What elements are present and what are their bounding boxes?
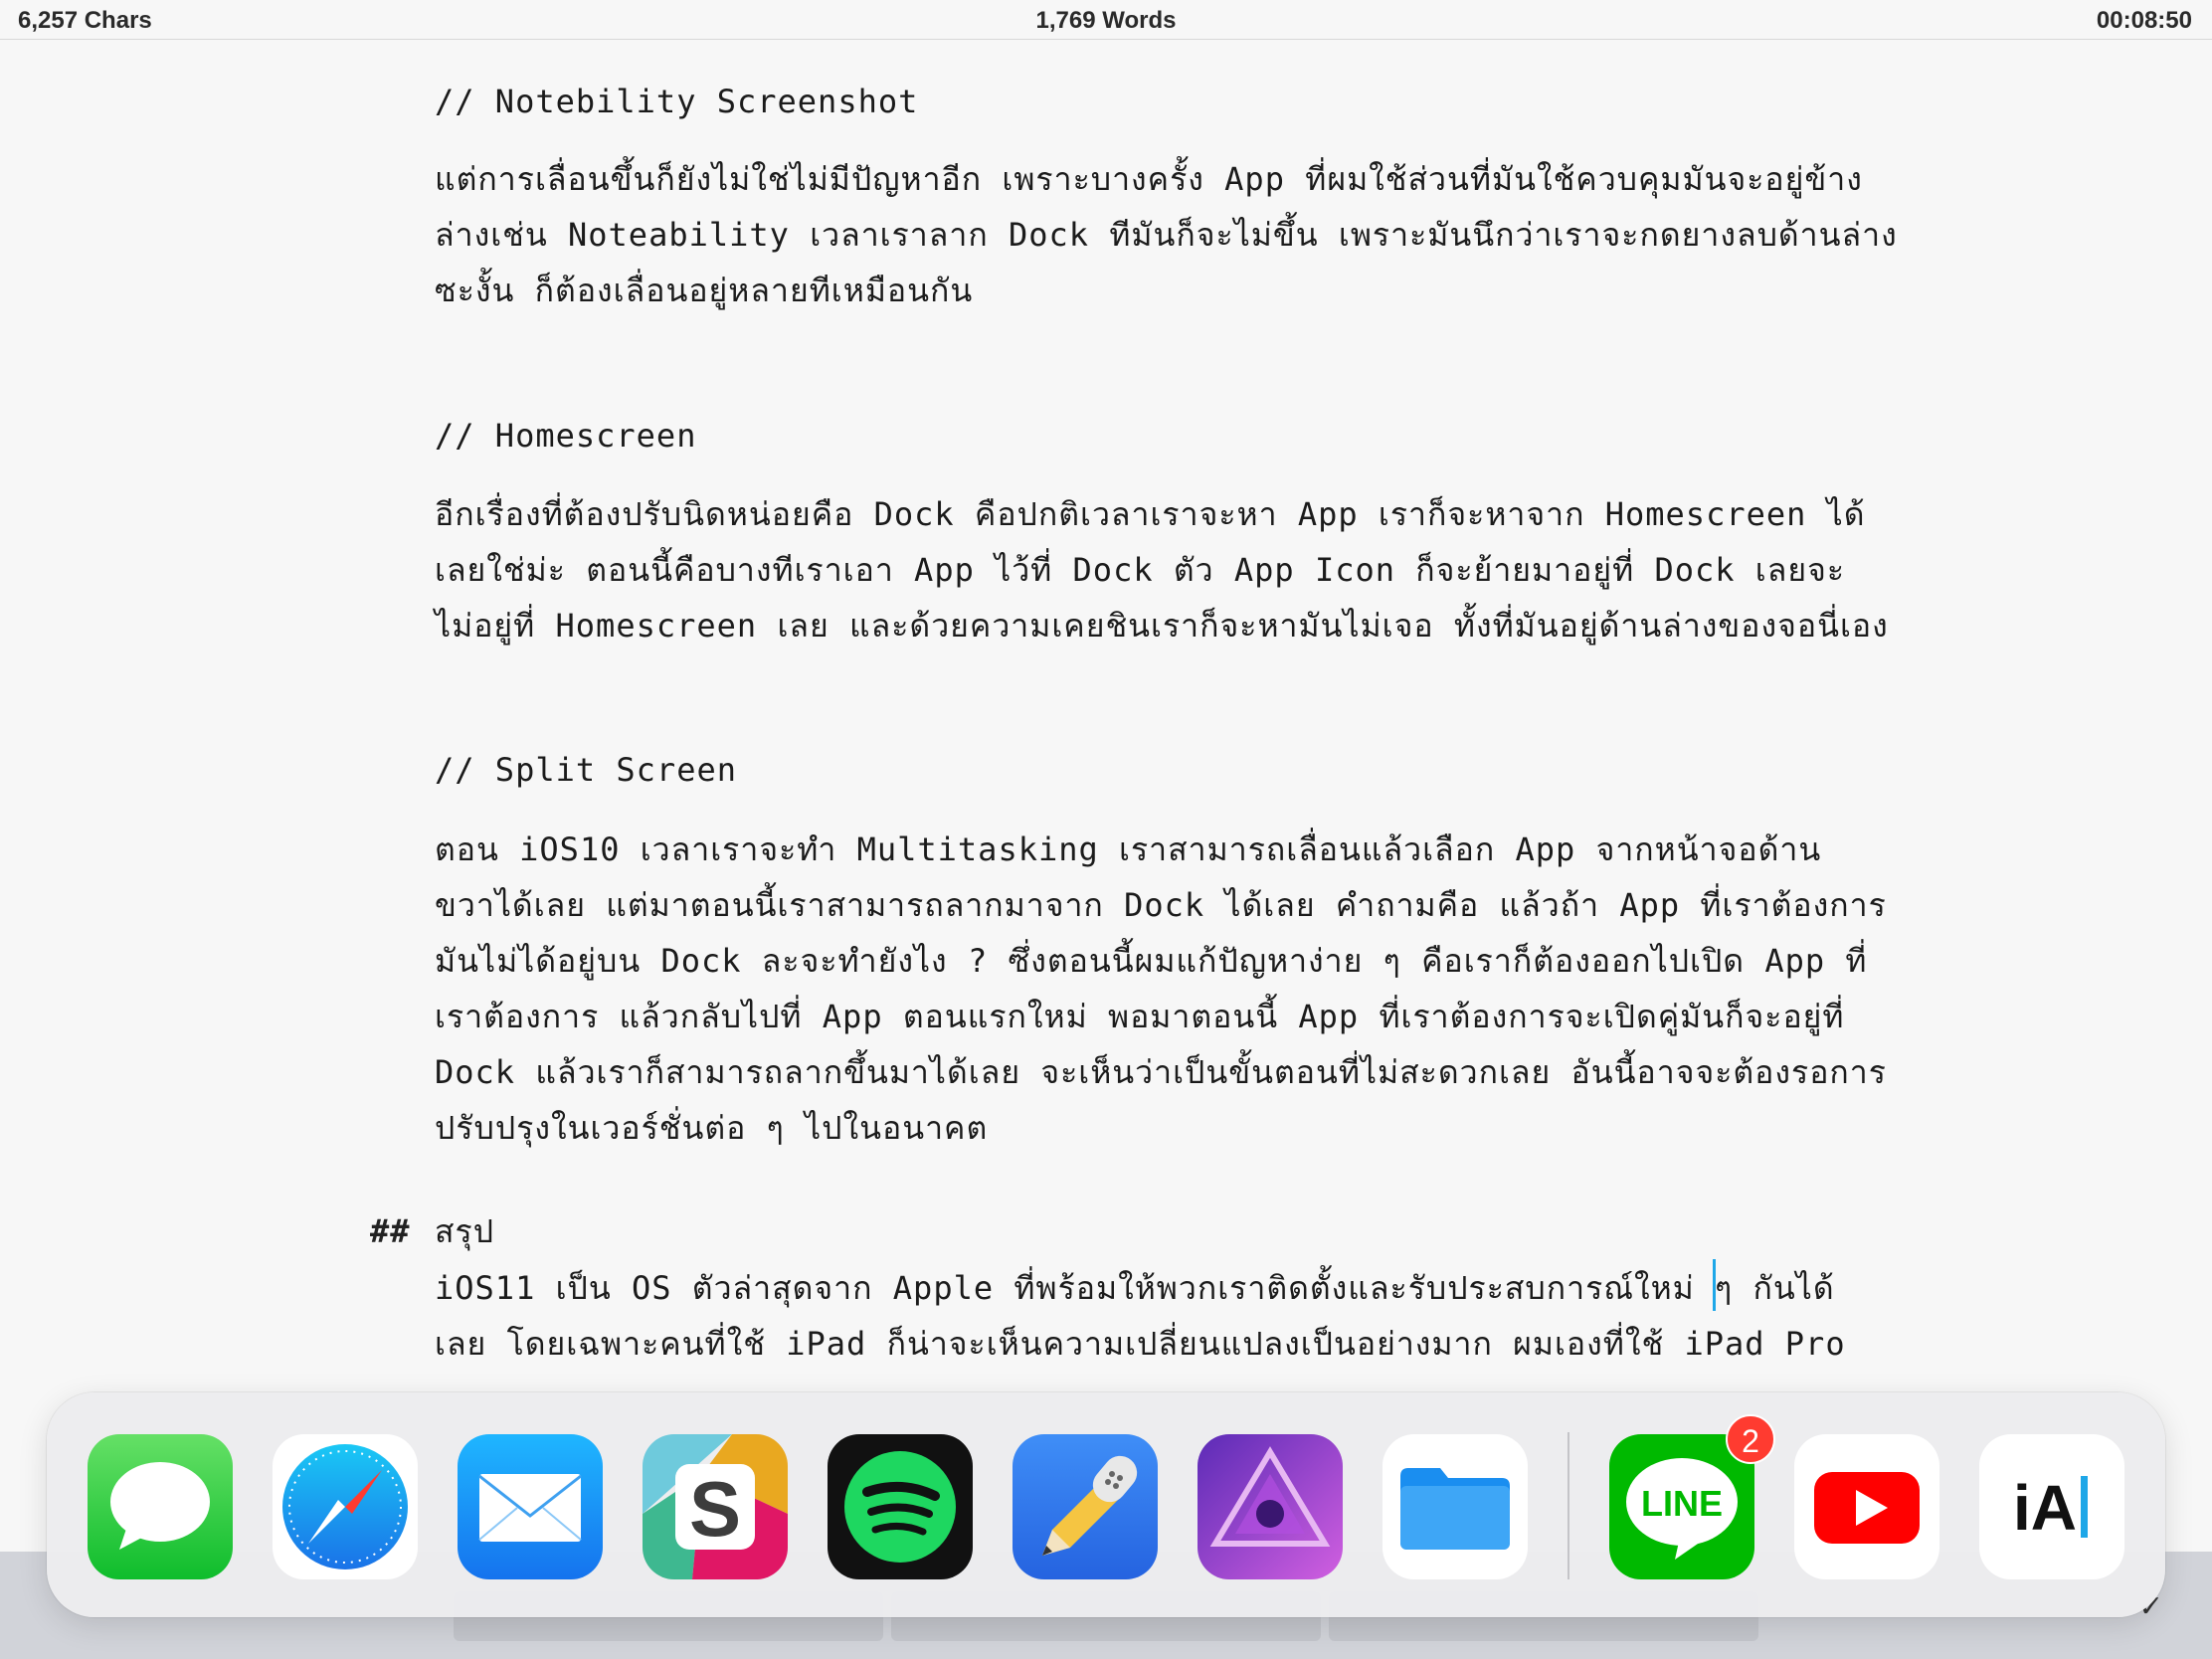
text-line[interactable]: มันไม่ได้อยู่บน Dock ละจะทำยังไง ? ซึ่งต… [435,933,1868,989]
files-icon[interactable] [1382,1434,1528,1579]
heading-marker: ## [370,1212,411,1250]
status-bar: 6,257 Chars 1,769 Words 00:08:50 [0,0,2212,40]
text-line[interactable]: // Notebility Screenshot [435,74,918,129]
line-label: LINE [1641,1483,1723,1524]
safari-icon[interactable] [273,1434,418,1579]
text-line[interactable]: iOS11 เป็น OS ตัวล่าสุดจาก Apple ที่พร้อ… [435,1260,1835,1316]
text-line[interactable]: แต่การเลื่อนขึ้นก็ยังไม่ใช่ไม่มีปัญหาอีก… [435,151,1863,207]
timer[interactable]: 00:08:50 [2097,7,2192,35]
ia-writer-label: iA [2013,1472,2077,1544]
text-cursor [1713,1259,1716,1311]
text-line[interactable]: ไม่อยู่ที่ Homescreen เลย และด้วยความเคย… [435,598,1889,653]
text-line[interactable]: ปรับปรุงในเวอร์ชั่นต่อ ๆ ไปในอนาคต [435,1100,988,1156]
heading-text[interactable]: สรุป [435,1203,494,1259]
affinity-photo-icon[interactable] [1198,1434,1343,1579]
text-line[interactable]: ล่างเช่น Noteability เวลาเราลาก Dock ทีม… [435,207,1898,263]
ia-writer-icon[interactable]: iA [1979,1434,2124,1579]
text-line[interactable]: เราต้องการ แล้วกลับไปที่ App ตอนแรกใหม่ … [435,989,1845,1044]
text-line[interactable]: อีกเรื่องที่ต้องปรับนิดหน่อยคือ Dock คือ… [435,486,1866,542]
mail-icon[interactable] [458,1434,603,1579]
slack-icon[interactable]: S [643,1434,788,1579]
text-line[interactable]: ขวาได้เลย แต่มาตอนนี้เราสามารถลากมาจาก D… [435,877,1887,933]
messages-icon[interactable] [88,1434,233,1579]
youtube-icon[interactable] [1794,1434,1939,1579]
notability-icon[interactable] [1013,1434,1158,1579]
text-line[interactable]: ซะงั้น ก็ต้องเลื่อนอยู่หลายทีเหมือนกัน [435,263,973,318]
dock-divider [1567,1432,1569,1579]
text-line[interactable]: Dock แล้วเราก็สามารถลากขึ้นมาได้เลย จะเห… [435,1044,1887,1100]
text-line[interactable]: // Homescreen [435,408,696,463]
svg-text:S: S [689,1465,741,1553]
text-line[interactable]: เลยใช่ม่ะ ตอนนี้คือบางทีเราเอา App ไว้ที… [435,542,1845,598]
text-line[interactable]: เลย โดยเฉพาะคนที่ใช้ iPad ก็น่าจะเห็นควา… [435,1316,1846,1372]
text-line[interactable]: // Split Screen [435,742,737,798]
word-count: 1,769 Words [1035,7,1177,34]
notification-badge: 2 [1726,1414,1775,1464]
text-line[interactable]: ตอน iOS10 เวลาเราจะทำ Multitasking เราสา… [435,822,1821,877]
spotify-icon[interactable] [828,1434,973,1579]
